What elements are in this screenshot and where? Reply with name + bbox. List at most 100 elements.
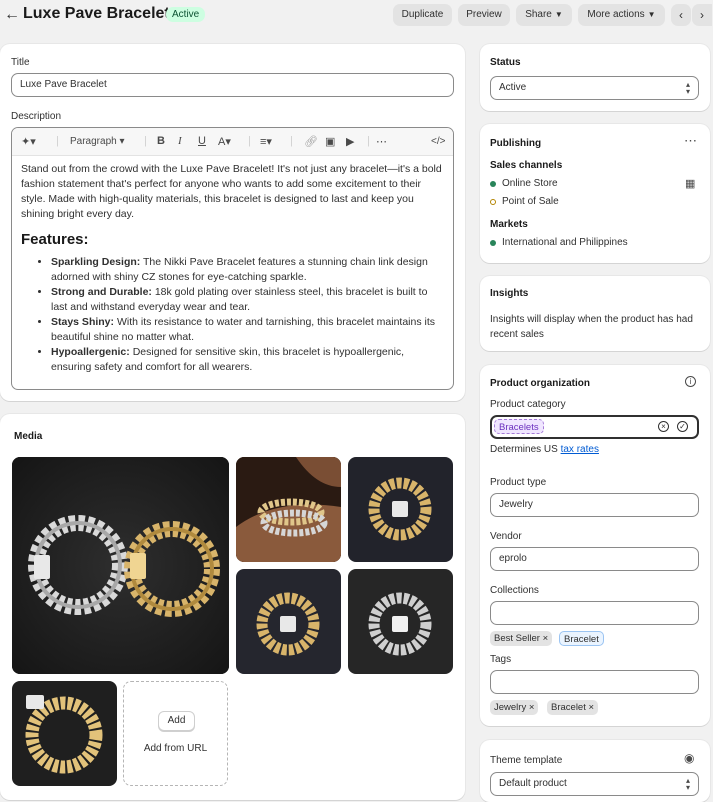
check-icon[interactable]: ✓ <box>677 421 688 432</box>
status-badge: Active <box>166 7 206 22</box>
bracelet-on-wrist-image <box>236 457 341 562</box>
more-actions-button[interactable]: More actions ▼ <box>578 4 665 26</box>
more-options-icon[interactable]: ⋯ <box>684 133 697 149</box>
title-input[interactable]: Luxe Pave Bracelet <box>11 73 454 97</box>
preview-button[interactable]: Preview <box>458 4 510 26</box>
more-options-icon[interactable]: ⋯ <box>376 135 387 148</box>
product-image-2[interactable] <box>236 457 341 562</box>
description-content: Stand out from the crowd with the Luxe P… <box>21 162 445 375</box>
market-status-dot <box>490 240 496 246</box>
media-label: Media <box>14 431 43 442</box>
collection-chip-label: Best Seller <box>494 633 540 644</box>
chevron-left-icon: ‹ <box>679 8 683 22</box>
collection-chip: Bracelet <box>559 631 604 646</box>
duplicate-label: Duplicate <box>401 9 444 20</box>
toolbar-divider: | <box>144 135 147 147</box>
determines-text: Determines US <box>490 444 558 455</box>
ai-magic-icon[interactable]: ✦▾ <box>21 135 36 148</box>
toolbar-divider: | <box>248 135 251 147</box>
feature-title: Sparkling Design: <box>51 256 141 268</box>
product-category-label: Product category <box>490 399 566 410</box>
previous-product-button[interactable]: ‹ <box>671 4 691 26</box>
product-image-4[interactable] <box>236 569 341 674</box>
toolbar-divider: | <box>290 135 293 147</box>
tag-chip: Bracelet × <box>547 700 599 715</box>
select-arrows-icon: ▴ ▾ <box>685 80 690 96</box>
collections-input[interactable] <box>490 601 699 625</box>
remove-icon[interactable]: × <box>589 702 595 713</box>
theme-template-label: Theme template <box>490 755 563 766</box>
product-image-5[interactable] <box>348 569 453 674</box>
tag-chip-label: Bracelet <box>551 702 586 713</box>
editor-toolbar: ✦▾ | Paragraph ▾ | B I U A▾ | ≡▾ | 🔗︎ ▣ … <box>12 128 453 156</box>
features-list: Sparkling Design: The Nikki Pave Bracele… <box>21 255 445 375</box>
sales-channels-label: Sales channels <box>490 160 563 171</box>
collections-label: Collections <box>490 585 539 596</box>
tag-chip: Jewelry × <box>490 700 539 715</box>
status-label: Status <box>490 57 521 68</box>
paragraph-label: Paragraph <box>70 136 117 147</box>
toolbar-divider: | <box>367 135 370 147</box>
feature-title: Stays Shiny: <box>51 316 115 328</box>
description-editor[interactable]: ✦▾ | Paragraph ▾ | B I U A▾ | ≡▾ | 🔗︎ ▣ … <box>11 127 454 390</box>
chevron-down-icon: ▼ <box>647 10 656 19</box>
vendor-label: Vendor <box>490 531 522 542</box>
italic-icon[interactable]: I <box>178 135 182 147</box>
vendor-input[interactable]: eprolo <box>490 547 699 571</box>
eye-icon[interactable]: ◉ <box>684 751 694 765</box>
align-icon[interactable]: ≡▾ <box>260 135 272 148</box>
category-chip[interactable]: Bracelets <box>494 419 544 434</box>
back-arrow-icon[interactable]: ← <box>4 6 20 24</box>
product-type-label: Product type <box>490 477 547 488</box>
title-label: Title <box>11 57 30 68</box>
bold-icon[interactable]: B <box>157 135 165 147</box>
paragraph-format-select[interactable]: Paragraph ▾ <box>70 136 125 147</box>
duplicate-button[interactable]: Duplicate <box>393 4 452 26</box>
image-icon[interactable]: ▣ <box>325 135 335 148</box>
calendar-schedule-icon[interactable]: ▦ <box>685 177 695 190</box>
market-international: International and Philippines <box>502 237 628 248</box>
product-image-3[interactable] <box>348 457 453 562</box>
add-from-url-link[interactable]: Add from URL <box>124 743 227 754</box>
page-title: Luxe Pave Bracelet <box>23 5 170 22</box>
link-icon[interactable]: 🔗︎ <box>304 135 318 148</box>
remove-icon[interactable]: × <box>543 633 549 644</box>
tax-rates-note: Determines US tax rates <box>490 444 599 455</box>
share-button[interactable]: Share ▼ <box>516 4 572 26</box>
status-select[interactable]: Active ▴ ▾ <box>490 76 699 100</box>
gold-bracelet-image <box>348 457 453 562</box>
product-image-6[interactable] <box>12 681 117 786</box>
insights-text: Insights will display when the product h… <box>490 314 693 340</box>
text-color-icon[interactable]: A▾ <box>218 135 231 148</box>
tags-label: Tags <box>490 654 512 665</box>
silver-bracelet-image <box>348 569 453 674</box>
add-media-button[interactable]: Add <box>158 711 195 731</box>
gold-bracelet-image <box>12 681 117 786</box>
tag-chip-label: Jewelry <box>494 702 527 713</box>
theme-template-value: Default product <box>499 778 567 789</box>
list-item: Hypoallergenic: Designed for sensitive s… <box>51 345 445 375</box>
tags-input[interactable] <box>490 670 699 694</box>
remove-icon[interactable]: × <box>529 702 535 713</box>
product-image-main[interactable] <box>12 457 229 674</box>
tax-rates-link[interactable]: tax rates <box>561 444 599 455</box>
clear-icon[interactable]: × <box>658 421 669 432</box>
description-intro: Stand out from the crowd with the Luxe P… <box>21 163 442 220</box>
share-label: Share <box>525 9 552 20</box>
list-item: Strong and Durable: 18k gold plating ove… <box>51 285 445 315</box>
channel-point-of-sale: Point of Sale <box>502 196 559 207</box>
info-icon[interactable]: i <box>685 376 696 387</box>
code-view-icon[interactable]: </> <box>431 136 445 147</box>
video-icon[interactable]: ▶ <box>346 135 354 148</box>
next-product-button[interactable]: › <box>692 4 712 26</box>
feature-title: Strong and Durable: <box>51 286 152 298</box>
media-dropzone[interactable]: Add Add from URL <box>123 681 228 786</box>
description-label: Description <box>11 111 62 122</box>
underline-icon[interactable]: U <box>198 135 206 147</box>
page-header: ← Luxe Pave Bracelet Active Duplicate Pr… <box>0 0 713 32</box>
theme-template-select[interactable]: Default product ▴ ▾ <box>490 772 699 796</box>
feature-title: Hypoallergenic: <box>51 346 130 358</box>
product-organization-label: Product organization <box>490 378 590 389</box>
online-store-status-dot <box>490 181 496 187</box>
product-type-input[interactable]: Jewelry <box>490 493 699 517</box>
